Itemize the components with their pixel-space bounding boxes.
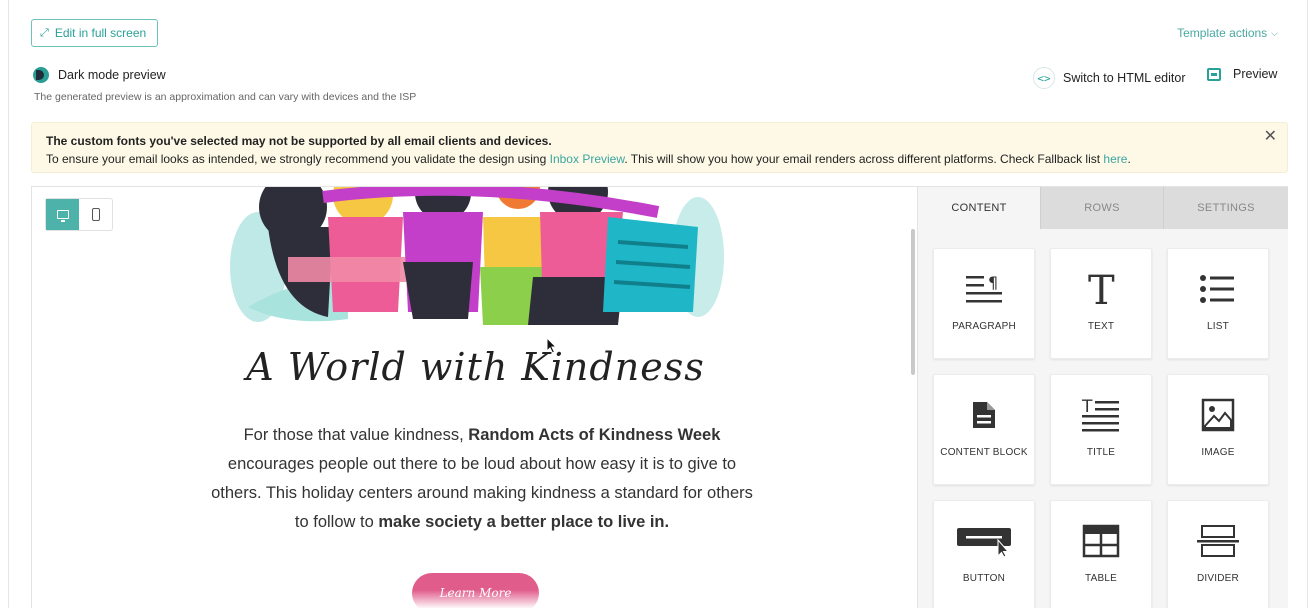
banner-text-part: To ensure your email looks as intended, … — [46, 152, 550, 166]
switch-html-editor-button[interactable]: <> Switch to HTML editor — [1033, 67, 1186, 89]
tile-label: PARAGRAPH — [952, 321, 1016, 332]
tab-rows[interactable]: ROWS — [1041, 187, 1164, 229]
dark-mode-icon — [33, 67, 49, 83]
tile-label: TEXT — [1087, 321, 1115, 332]
tile-label: TABLE — [1085, 573, 1117, 584]
fallback-here-link[interactable]: here — [1103, 152, 1127, 166]
canvas-scrollbar[interactable] — [911, 229, 915, 375]
panel-tabs: CONTENT ROWS SETTINGS — [918, 187, 1288, 229]
tile-label: CONTENT BLOCK — [940, 447, 1028, 458]
close-icon[interactable]: ✕ — [1264, 128, 1277, 146]
tile-label: LIST — [1207, 321, 1229, 332]
content-tiles: ¶ PARAGRAPH T TEXT LIST CONTENT BLOCK T — [933, 248, 1269, 608]
template-actions-dropdown[interactable]: Template actions ⌵ — [1177, 26, 1278, 40]
preview-label: Preview — [1233, 67, 1278, 81]
svg-text:T: T — [1081, 398, 1093, 417]
hero-image[interactable] — [228, 187, 724, 327]
table-icon — [1082, 521, 1120, 561]
mouse-cursor-icon — [546, 337, 558, 354]
edit-fullscreen-button[interactable]: ⤢ Edit in full screen — [31, 19, 158, 47]
dark-mode-label: Dark mode preview — [58, 68, 166, 82]
tile-text[interactable]: T TEXT — [1050, 248, 1152, 359]
banner-title: The custom fonts you've selected may not… — [46, 134, 552, 148]
tab-settings[interactable]: SETTINGS — [1164, 187, 1288, 229]
image-icon — [1201, 395, 1235, 435]
svg-text:T: T — [1088, 270, 1115, 308]
tile-label: TITLE — [1086, 447, 1116, 458]
expand-icon: ⤢ — [40, 26, 49, 39]
body-text-bold: make society a better place to live in. — [378, 513, 670, 531]
paragraph-icon: ¶ — [964, 269, 1004, 309]
code-icon: <> — [1033, 67, 1055, 89]
tile-list[interactable]: LIST — [1167, 248, 1269, 359]
dark-mode-note: The generated preview is an approximatio… — [34, 91, 417, 103]
tile-table[interactable]: TABLE — [1050, 500, 1152, 608]
mobile-icon — [91, 208, 100, 221]
preview-button[interactable]: Preview — [1207, 67, 1277, 81]
device-toggle — [45, 198, 113, 231]
email-canvas[interactable]: A World with Kindness For those that val… — [31, 186, 918, 608]
content-panel: CONTENT ROWS SETTINGS ¶ PARAGRAPH T TEXT… — [918, 186, 1288, 608]
svg-text:¶: ¶ — [988, 273, 998, 292]
tab-content[interactable]: CONTENT — [918, 187, 1041, 229]
content-block-icon — [971, 395, 997, 435]
email-title[interactable]: A World with Kindness — [32, 345, 917, 389]
banner-text-part: . — [1127, 152, 1131, 166]
banner-text: To ensure your email looks as intended, … — [46, 150, 1273, 168]
tile-label: BUTTON — [962, 573, 1006, 584]
tile-content-block[interactable]: CONTENT BLOCK — [933, 374, 1035, 485]
dark-mode-toggle[interactable]: Dark mode preview — [33, 67, 166, 83]
banner-text-part: . This will show you how your email rend… — [624, 152, 1104, 166]
body-text-part: For those that value kindness, — [243, 426, 469, 444]
chevron-down-icon: ⌵ — [1271, 27, 1278, 38]
tile-title[interactable]: T TITLE — [1050, 374, 1152, 485]
title-icon: T — [1081, 395, 1121, 435]
preview-icon — [1207, 67, 1221, 81]
tile-label: IMAGE — [1201, 447, 1235, 458]
divider-icon — [1196, 521, 1240, 561]
canvas-bottom-fade — [32, 590, 917, 608]
font-warning-banner: The custom fonts you've selected may not… — [31, 122, 1288, 173]
tile-image[interactable]: IMAGE — [1167, 374, 1269, 485]
tile-button[interactable]: BUTTON — [933, 500, 1035, 608]
edit-fullscreen-label: Edit in full screen — [54, 26, 147, 40]
tile-label: DIVIDER — [1197, 573, 1239, 584]
template-actions-label: Template actions — [1177, 26, 1268, 40]
desktop-view-button[interactable] — [46, 199, 79, 230]
inbox-preview-link[interactable]: Inbox Preview — [550, 152, 625, 166]
tile-divider[interactable]: DIVIDER — [1167, 500, 1269, 608]
body-text-bold: Random Acts of Kindness Week — [468, 426, 721, 444]
switch-html-editor-label: Switch to HTML editor — [1063, 71, 1186, 85]
text-icon: T — [1084, 269, 1118, 309]
email-body-text[interactable]: For those that value kindness, Random Ac… — [202, 421, 762, 537]
mobile-view-button[interactable] — [79, 199, 112, 230]
tile-paragraph[interactable]: ¶ PARAGRAPH — [933, 248, 1035, 359]
desktop-icon — [56, 210, 69, 222]
button-icon — [956, 521, 1012, 561]
list-icon — [1200, 269, 1236, 309]
